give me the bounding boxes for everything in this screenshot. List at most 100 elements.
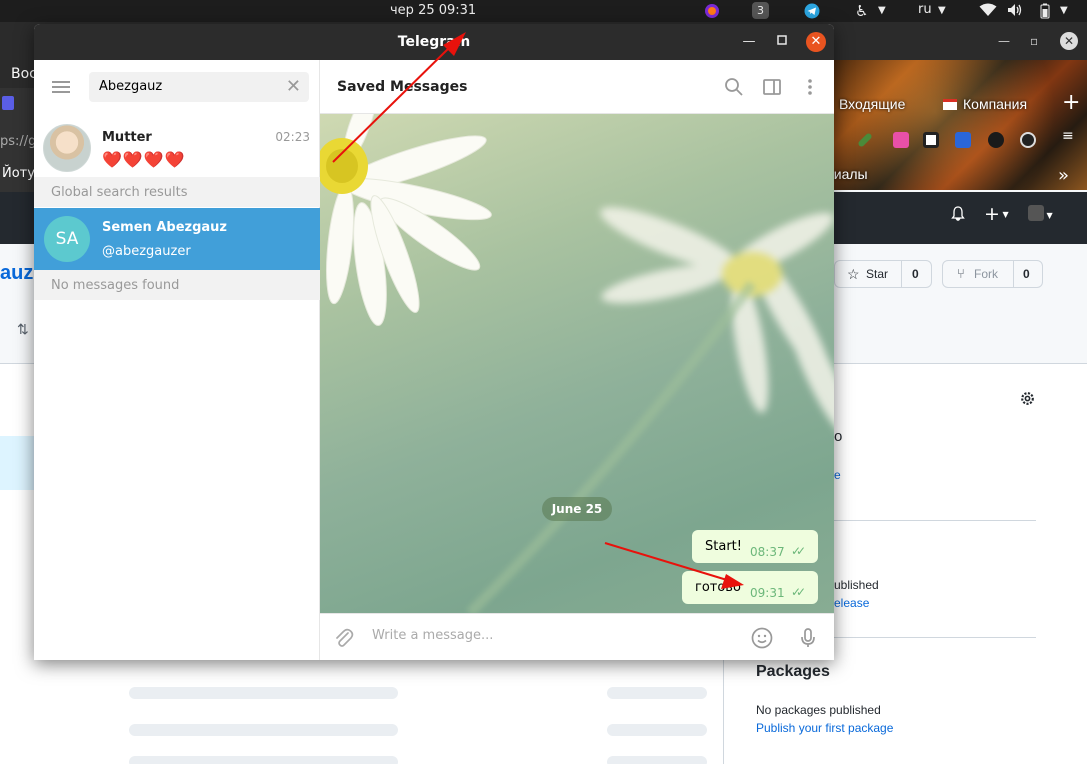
bookmark-left[interactable]: Йоту [2,166,35,181]
extension-icon[interactable] [955,132,971,148]
attach-paperclip-icon[interactable] [332,626,356,650]
new-tab-plus-icon[interactable]: + [1062,90,1080,115]
chat-time: 02:23 [275,130,310,144]
close-icon[interactable]: ✕ [1060,32,1078,50]
wifi-icon[interactable] [979,3,997,21]
more-bookmarks-icon[interactable]: » [1058,165,1069,186]
extension-icon[interactable] [1020,132,1036,148]
star-icon: ☆ [847,266,860,282]
browser-menu-fragment[interactable]: Вос [11,66,37,82]
extension-icon[interactable] [988,132,1004,148]
conversation-header: Saved Messages [320,60,834,114]
fork-icon: ⑂ [957,266,965,281]
releases-link[interactable]: elease [834,596,869,610]
message-bubble[interactable]: готово 09:31 ✓✓ [682,571,818,604]
divider [901,261,902,287]
search-result-item[interactable]: SA Semen Abezgauz @abezgauzer [34,208,320,270]
maximize-icon[interactable] [772,32,792,52]
telegram-titlebar[interactable]: Telegram — ✕ [34,24,834,60]
firefox-tray-icon[interactable] [704,3,720,23]
message-time: 09:31 [750,586,785,600]
accessibility-icon[interactable]: ♿︎ [855,2,868,20]
message-text: готово [695,580,741,595]
message-bubble[interactable]: Start! 08:37 ✓✓ [692,530,818,563]
publish-package-link[interactable]: Publish your first package [756,721,893,735]
fork-button[interactable]: ⑂ Fork 0 [942,260,1043,288]
chevron-down-icon[interactable]: ▼ [938,5,946,16]
clear-search-icon[interactable]: ✕ [286,76,301,97]
minimize-icon[interactable]: — [998,34,1010,48]
keyboard-layout[interactable]: ru [918,2,932,17]
browser-tab-icon[interactable] [2,96,14,110]
search-input[interactable] [99,79,279,94]
sidebar-toggle-icon[interactable] [761,76,783,98]
loading-placeholder [607,724,707,736]
releases-text: ublished [834,578,879,592]
close-icon[interactable]: ✕ [806,32,826,52]
system-top-bar: чер 25 09:31 3 ♿︎ ▼ ru ▼ ▼ [0,0,1087,22]
bell-icon[interactable] [950,206,966,226]
search-field[interactable]: ✕ [89,72,309,102]
fork-label: Fork [974,267,998,281]
conversation-title[interactable]: Saved Messages [337,79,467,95]
global-search-header: Global search results [34,177,320,207]
about-fragment: o [834,428,843,445]
result-name: Semen Abezgauz [102,220,227,235]
plus-dropdown-icon[interactable]: + ▼ [984,203,1009,225]
avatar: SA [44,216,90,262]
browser-url-fragment[interactable]: ps://g [0,134,36,149]
pull-request-icon[interactable]: ⇅ [17,321,29,338]
bookmark-company[interactable]: Компания [943,96,1027,112]
browser-theme-overlay [834,60,1087,190]
no-messages-header: No messages found [34,270,320,300]
fork-count: 0 [1023,267,1030,281]
message-composer [320,613,834,660]
bookmark-inbox[interactable]: Входящие [839,96,905,112]
message-input[interactable] [372,628,732,643]
loading-placeholder [129,724,398,736]
extension-icon[interactable] [893,132,909,148]
gmail-icon [943,99,957,110]
star-button[interactable]: ☆ Star 0 [834,260,932,288]
minimize-icon[interactable]: — [739,32,759,52]
result-username: @abezgauzer [102,244,191,259]
conversation-panel: Saved Messages June 25 Start! 08:37 ✓✓ г… [320,60,834,660]
selected-row-highlight [0,436,34,490]
chevron-down-icon[interactable]: ▼ [878,5,886,16]
search-icon[interactable] [723,76,745,98]
notification-badge[interactable]: 3 [752,2,769,19]
loading-placeholder [607,756,707,764]
more-options-icon[interactable] [799,76,821,98]
window-title: Telegram [397,34,471,50]
about-link-fragment[interactable]: e [834,468,841,482]
volume-icon[interactable] [1007,3,1023,21]
maximize-icon[interactable]: ▫ [1030,34,1038,48]
chat-list-item[interactable]: Mutter 02:23 ❤️❤️❤️❤️ [34,120,320,178]
battery-icon[interactable] [1039,3,1051,23]
message-text: Start! [705,539,742,554]
chat-preview: ❤️❤️❤️❤️ [102,150,186,169]
microphone-icon[interactable] [796,626,820,650]
emoji-icon[interactable] [750,626,774,650]
chat-list-panel: ✕ Mutter 02:23 ❤️❤️❤️❤️ Global search re… [34,60,320,660]
hamburger-menu-icon[interactable] [52,81,70,93]
loading-placeholder [129,756,398,764]
settings-gear-icon[interactable] [1019,390,1036,410]
divider [834,520,1036,521]
double-check-icon: ✓✓ [791,544,806,558]
telegram-tray-icon[interactable] [804,3,820,23]
packages-title: Packages [756,663,830,680]
chevron-down-icon[interactable]: ▼ [1060,5,1068,16]
avatar [43,124,91,172]
telegram-window: Telegram — ✕ ✕ Mutter 02:23 ❤️❤️❤️❤️ Glo… [34,24,834,660]
extension-icon[interactable] [923,132,939,148]
divider [1013,261,1014,287]
loading-placeholder [607,687,707,699]
loading-placeholder [129,687,398,699]
extensions-menu-icon[interactable]: ≡ [1062,128,1078,144]
double-check-icon: ✓✓ [791,585,806,599]
divider [723,660,724,764]
system-clock[interactable]: чер 25 09:31 [390,3,476,18]
no-messages-label: No messages found [51,278,180,293]
user-avatar-dropdown[interactable]: ▼ [1028,205,1053,225]
